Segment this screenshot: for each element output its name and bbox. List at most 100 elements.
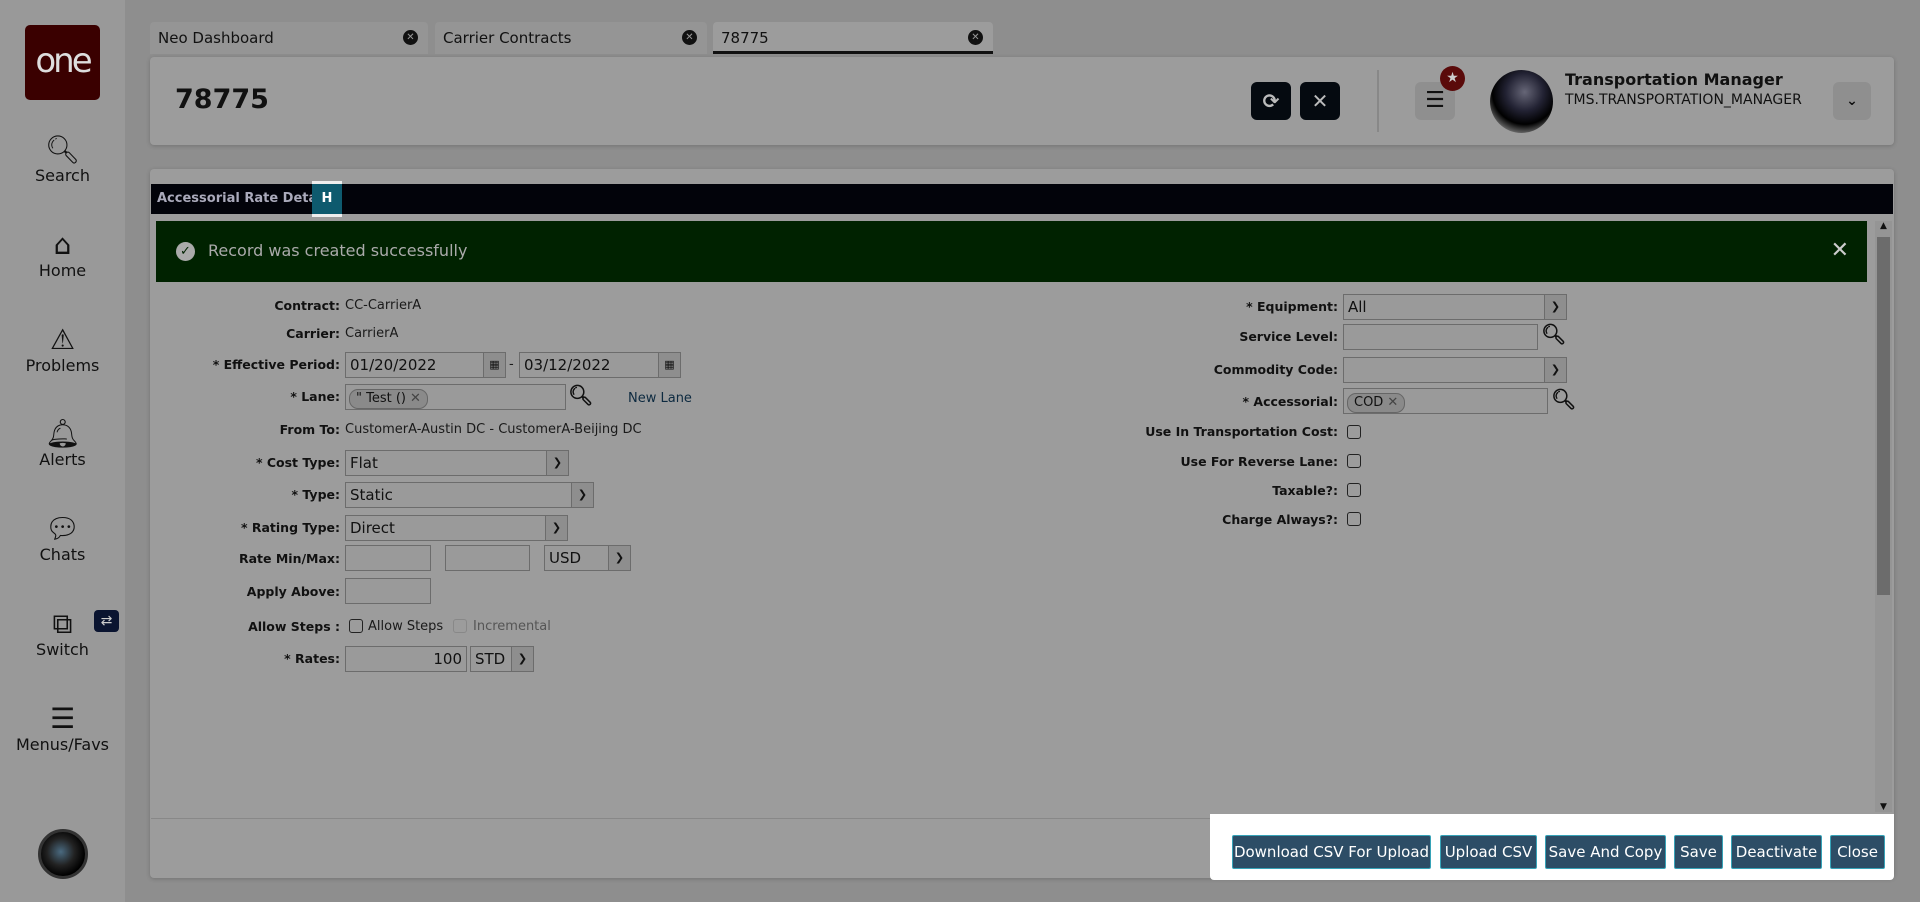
refresh-button[interactable]: ⟳ — [1251, 82, 1291, 120]
profile-avatar[interactable] — [1490, 70, 1553, 133]
page-title: 78775 — [175, 84, 269, 115]
equipment-select[interactable]: All ❯ — [1343, 294, 1567, 320]
chevron-down-icon: ❯ — [545, 516, 567, 540]
cost-type-select[interactable]: Flat ❯ — [345, 450, 569, 476]
contract-value: CC-CarrierA — [345, 298, 422, 313]
chat-icon: 💬︎ — [44, 512, 81, 545]
lane-input[interactable]: " Test () ✕ — [345, 384, 566, 410]
save-and-copy-button[interactable]: Save And Copy — [1545, 835, 1666, 869]
chevron-down-icon: ❯ — [511, 647, 533, 671]
rate-minmax-label: Rate Min/Max: — [239, 551, 340, 566]
chevron-down-icon: ❯ — [571, 483, 593, 507]
use-transport-cost-label: Use In Transportation Cost: — [1145, 424, 1338, 439]
taxable-checkbox[interactable] — [1347, 483, 1361, 497]
allow-steps-checkbox[interactable] — [349, 619, 363, 633]
zoom-search-icon[interactable]: 🔍︎ — [1551, 387, 1576, 411]
rates-unit-select[interactable]: STD ❯ — [470, 646, 534, 672]
calendar-icon[interactable]: ▦ — [658, 353, 680, 377]
calendar-icon[interactable]: ▦ — [483, 353, 505, 377]
user-dropdown-button[interactable]: ⌄ — [1833, 82, 1871, 120]
check-circle-icon: ✓ — [176, 242, 195, 261]
remove-chip-icon[interactable]: ✕ — [1387, 395, 1398, 410]
home-icon: ⌂ — [53, 228, 72, 261]
charge-always-checkbox[interactable] — [1347, 512, 1361, 526]
tab-carrier-contracts[interactable]: Carrier Contracts ✕ — [435, 22, 707, 54]
chevron-down-icon: ❯ — [1544, 358, 1566, 382]
search-icon: 🔍︎ — [44, 133, 81, 166]
accessorial-chip: COD ✕ — [1347, 393, 1406, 413]
service-level-label: Service Level: — [1239, 329, 1338, 344]
sidebar-item-search[interactable]: 🔍︎ Search — [0, 133, 125, 186]
from-to-value: CustomerA-Austin DC - CustomerA-Beijing … — [345, 422, 642, 437]
new-lane-link[interactable]: New Lane — [628, 391, 692, 406]
scrollbar[interactable]: ▲ ▼ — [1875, 221, 1892, 812]
zoom-search-icon[interactable]: 🔍︎ — [568, 383, 593, 407]
effective-to-input[interactable]: 03/12/2022 ▦ — [519, 352, 681, 378]
menu-icon: ☰ — [49, 702, 76, 735]
reverse-lane-checkbox[interactable] — [1347, 454, 1361, 468]
effective-period-label: * Effective Period: — [212, 357, 340, 372]
type-select[interactable]: Static ❯ — [345, 482, 594, 508]
deactivate-button[interactable]: Deactivate — [1731, 835, 1822, 869]
type-label: * Type: — [291, 487, 340, 502]
chevron-down-icon: ❯ — [546, 451, 568, 475]
close-tab-icon[interactable]: ✕ — [968, 30, 983, 45]
user-name: Transportation Manager — [1565, 70, 1783, 89]
taxable-label: Taxable?: — [1272, 483, 1338, 498]
carrier-value: CarrierA — [345, 326, 399, 341]
sidebar-item-menus[interactable]: ☰ Menus/Favs — [0, 702, 125, 755]
rates-input[interactable]: 100 — [345, 646, 467, 672]
sidebar-item-alerts[interactable]: 🔔︎ Alerts — [0, 417, 125, 470]
incremental-checkbox[interactable] — [453, 619, 467, 633]
sidebar: one 🔍︎ Search ⌂ Home ⚠ Problems 🔔︎ Alerts 💬︎… — [0, 0, 125, 902]
carrier-label: Carrier: — [286, 326, 340, 341]
remove-chip-icon[interactable]: ✕ — [410, 391, 421, 406]
scroll-down-icon[interactable]: ▼ — [1875, 802, 1892, 812]
service-level-input[interactable] — [1343, 324, 1538, 350]
chevron-down-icon: ❯ — [608, 546, 630, 570]
star-icon: ★ — [1440, 66, 1465, 91]
warning-icon: ⚠ — [49, 323, 76, 356]
download-csv-button[interactable]: Download CSV For Upload — [1232, 835, 1431, 869]
scroll-up-icon[interactable]: ▲ — [1875, 221, 1892, 231]
close-banner-icon[interactable]: ✕ — [1831, 238, 1849, 263]
rates-label: * Rates: — [284, 651, 340, 666]
charge-always-label: Charge Always?: — [1222, 512, 1338, 527]
lane-chip: " Test () ✕ — [349, 389, 428, 409]
close-tab-icon[interactable]: ✕ — [403, 30, 418, 45]
use-transport-cost-checkbox[interactable] — [1347, 425, 1361, 439]
apply-above-label: Apply Above: — [246, 584, 340, 599]
save-button[interactable]: Save — [1674, 835, 1723, 869]
sidebar-item-home[interactable]: ⌂ Home — [0, 228, 125, 281]
user-avatar[interactable] — [38, 829, 88, 879]
rate-min-input[interactable] — [345, 545, 431, 571]
zoom-search-icon[interactable]: 🔍︎ — [1541, 322, 1566, 346]
scrollbar-thumb[interactable] — [1877, 237, 1890, 595]
allow-steps-text: Allow Steps — [368, 619, 444, 634]
reverse-lane-label: Use For Reverse Lane: — [1180, 454, 1339, 469]
lane-label: * Lane: — [290, 389, 340, 404]
allow-steps-label: Allow Steps : — [248, 619, 340, 634]
bell-icon: 🔔︎ — [44, 417, 81, 450]
commodity-code-label: Commodity Code: — [1213, 362, 1338, 377]
effective-from-input[interactable]: 01/20/2022 ▦ — [345, 352, 506, 378]
app-logo[interactable]: one — [25, 25, 100, 100]
rating-type-select[interactable]: Direct ❯ — [345, 515, 568, 541]
chevron-down-icon: ❯ — [1544, 295, 1566, 319]
tab-h[interactable]: H — [312, 181, 342, 217]
switch-arrows-icon[interactable]: ⇄ — [94, 610, 119, 632]
close-form-button[interactable]: Close — [1830, 835, 1885, 869]
tab-78775[interactable]: 78775 ✕ — [713, 22, 993, 54]
apply-above-input[interactable] — [345, 578, 431, 604]
tab-neo-dashboard[interactable]: Neo Dashboard ✕ — [150, 22, 428, 54]
commodity-code-select[interactable]: ❯ — [1343, 357, 1567, 383]
sidebar-item-chats[interactable]: 💬︎ Chats — [0, 512, 125, 565]
close-tab-icon[interactable]: ✕ — [682, 30, 697, 45]
sidebar-item-problems[interactable]: ⚠ Problems — [0, 323, 125, 376]
upload-csv-button[interactable]: Upload CSV — [1440, 835, 1537, 869]
currency-select[interactable]: USD ❯ — [544, 545, 631, 571]
rate-max-input[interactable] — [445, 545, 530, 571]
date-separator: - — [509, 357, 514, 372]
close-button[interactable]: ✕ — [1300, 82, 1340, 120]
accessorial-input[interactable]: COD ✕ — [1343, 388, 1548, 414]
